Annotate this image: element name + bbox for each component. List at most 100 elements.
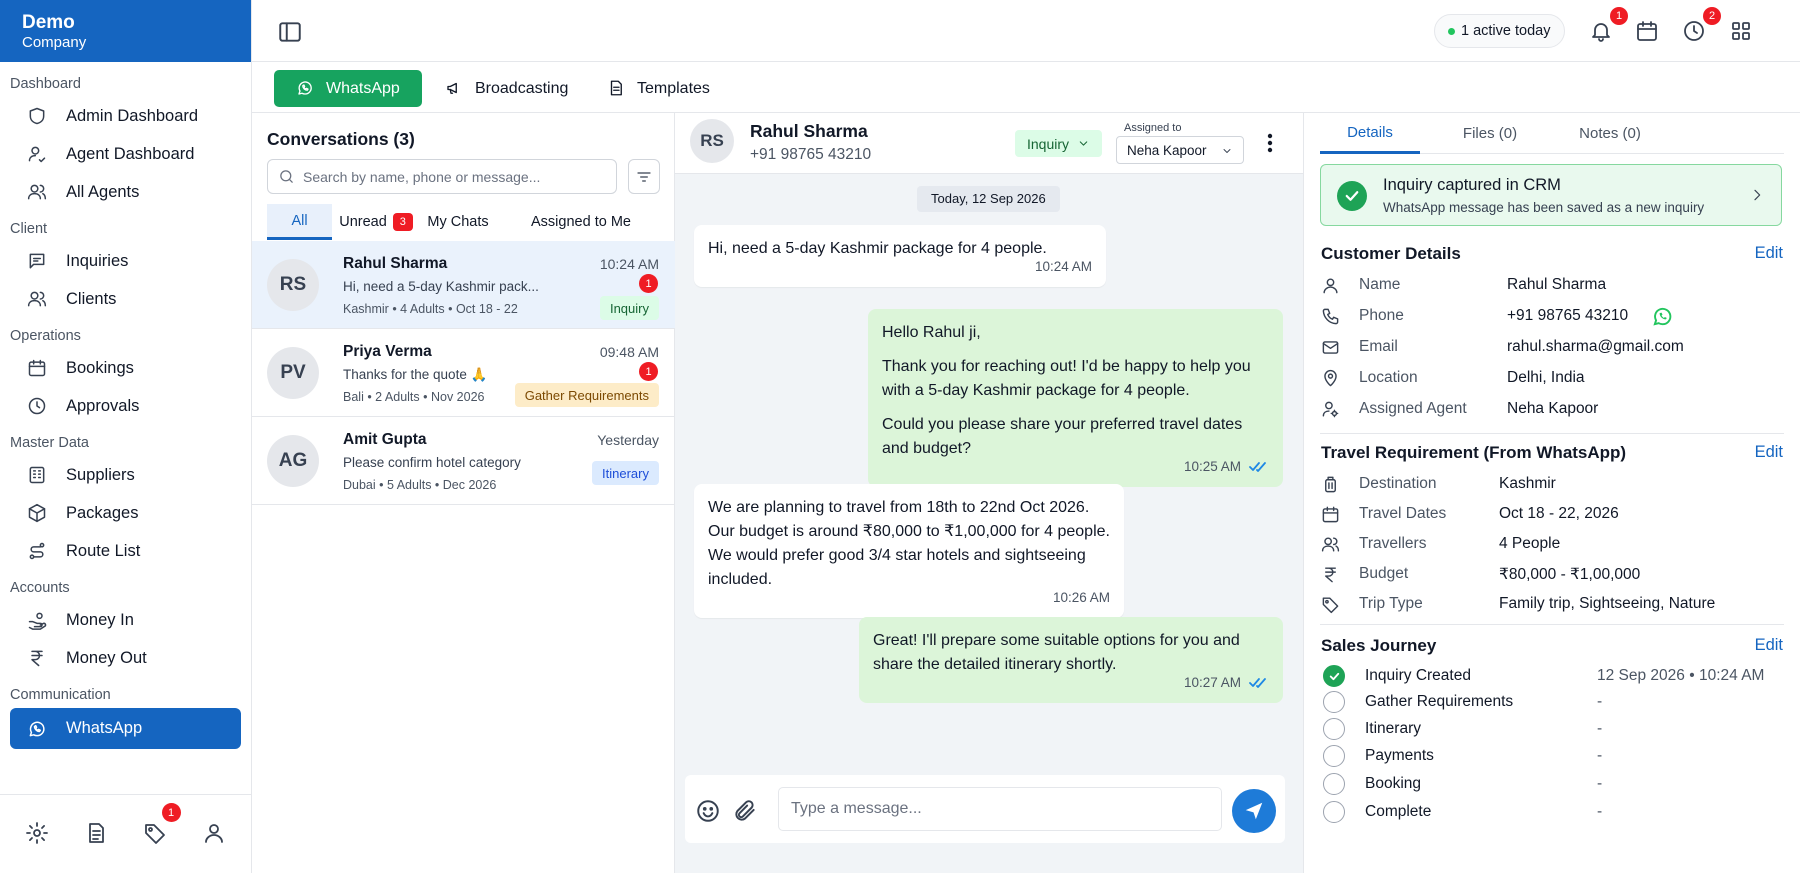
message-input[interactable] xyxy=(778,787,1222,831)
message-text: Could you please share your preferred tr… xyxy=(882,416,1243,457)
read-receipt-icon xyxy=(1249,461,1269,473)
sidebar-item-bookings[interactable]: Bookings xyxy=(10,349,241,387)
filter-unread[interactable]: Unread 3 xyxy=(339,204,413,240)
sidebar-item-money-out[interactable]: Money Out xyxy=(10,639,241,677)
emoji-icon[interactable] xyxy=(695,798,721,824)
crm-card-title: Inquiry captured in CRM xyxy=(1383,176,1561,194)
field-value: Oct 18 - 22, 2026 xyxy=(1499,505,1619,522)
filter-all[interactable]: All xyxy=(267,204,332,240)
tab-details[interactable]: Details xyxy=(1320,113,1420,154)
conversation-item[interactable]: AG Amit Gupta Yesterday Please confirm h… xyxy=(252,417,675,505)
conversation-item[interactable]: PV Priya Verma 09:48 AM Thanks for the q… xyxy=(252,329,675,417)
contact-name: Rahul Sharma xyxy=(343,255,448,272)
users-icon xyxy=(1321,535,1340,554)
travel-edit-button[interactable]: Edit xyxy=(1755,443,1783,462)
nav-group-accounts: Accounts xyxy=(10,580,70,596)
tag-icon[interactable]: 1 xyxy=(143,803,181,847)
map-pin-icon xyxy=(1321,369,1340,388)
tags-badge: 1 xyxy=(161,803,181,822)
apps-grid-icon[interactable] xyxy=(1729,19,1755,45)
filter-my-chats[interactable]: My Chats xyxy=(424,204,492,240)
attachment-icon[interactable] xyxy=(732,798,758,824)
unread-badge: 1 xyxy=(639,274,658,293)
stage-badge: Itinerary xyxy=(592,461,659,485)
tab-broadcasting[interactable]: Broadcasting xyxy=(445,70,568,107)
filter-assigned-to-me[interactable]: Assigned to Me xyxy=(502,204,660,240)
conversation-item[interactable]: RS Rahul Sharma 10:24 AM Hi, need a 5-da… xyxy=(252,241,675,329)
document-icon xyxy=(607,79,627,99)
tab-templates[interactable]: Templates xyxy=(607,70,710,107)
field-label: Phone xyxy=(1359,307,1404,324)
sidebar-nav: Dashboard Admin Dashboard Agent Dashboar… xyxy=(0,62,251,749)
message-time: 10:24 AM xyxy=(1034,259,1092,274)
whatsapp-icon[interactable] xyxy=(1651,305,1674,328)
field-label: Travellers xyxy=(1359,535,1427,552)
stage-badge: Gather Requirements xyxy=(514,383,659,407)
field-value: Kashmir xyxy=(1499,475,1556,492)
customer-field-assigned-agent: Assigned Agent Neha Kapoor xyxy=(1321,398,1781,422)
sidebar-item-label: WhatsApp xyxy=(66,719,143,737)
step-name: Itinerary xyxy=(1365,720,1421,737)
sales-journey-title: Sales Journey xyxy=(1321,636,1437,655)
journey-step: Booking - xyxy=(1323,772,1783,796)
sidebar-item-money-in[interactable]: Money In xyxy=(10,601,241,639)
journey-edit-button[interactable]: Edit xyxy=(1755,636,1783,655)
search-box xyxy=(267,159,617,194)
chat-contact-phone: +91 98765 43210 xyxy=(750,146,872,163)
journey-step: Payments - xyxy=(1323,744,1783,768)
sidebar-item-all-agents[interactable]: All Agents xyxy=(10,173,241,211)
status-dropdown[interactable]: Inquiry xyxy=(1015,130,1103,157)
tab-notes[interactable]: Notes (0) xyxy=(1555,113,1665,154)
route-icon xyxy=(26,540,48,562)
send-icon xyxy=(1243,800,1265,822)
assignee-select[interactable]: Neha Kapoor xyxy=(1116,136,1244,164)
settings-icon[interactable] xyxy=(25,821,51,847)
filter-button[interactable] xyxy=(628,159,660,194)
search-input[interactable] xyxy=(303,168,603,185)
sidebar-item-approvals[interactable]: Approvals xyxy=(10,387,241,425)
history-icon[interactable]: 2 xyxy=(1682,7,1721,45)
field-value: +91 98765 43210 xyxy=(1507,307,1629,324)
field-label: Assigned Agent xyxy=(1359,400,1467,417)
read-receipt-icon xyxy=(1249,677,1269,689)
sidebar-toggle-icon[interactable] xyxy=(277,19,303,45)
field-value: Family trip, Sightseeing, Nature xyxy=(1499,595,1716,612)
nav-group-client: Client xyxy=(10,221,48,237)
trip-meta: Kashmir • 4 Adults • Oct 18 - 22 xyxy=(343,302,518,316)
field-value: 4 People xyxy=(1499,535,1561,552)
bell-icon[interactable]: 1 xyxy=(1589,7,1628,45)
sidebar-item-agent-dashboard[interactable]: Agent Dashboard xyxy=(10,135,241,173)
message-time: 10:24 AM xyxy=(599,256,659,272)
calendar-icon xyxy=(1321,505,1340,524)
sidebar-item-suppliers[interactable]: Suppliers xyxy=(10,456,241,494)
unread-count-badge: 3 xyxy=(392,213,413,231)
message-preview: Hi, need a 5-day Kashmir pack... xyxy=(343,279,539,294)
crm-capture-card[interactable]: Inquiry captured in CRM WhatsApp message… xyxy=(1320,164,1782,226)
sidebar-item-whatsapp[interactable]: WhatsApp xyxy=(10,708,241,749)
journey-step: Itinerary - xyxy=(1323,717,1783,741)
sidebar-item-clients[interactable]: Clients xyxy=(10,280,241,318)
nav-group-dashboard: Dashboard xyxy=(10,76,81,92)
sidebar-item-inquiries[interactable]: Inquiries xyxy=(10,242,241,280)
more-options-icon[interactable] xyxy=(1260,131,1280,155)
user-icon xyxy=(26,143,48,165)
check-circle-icon xyxy=(1337,181,1367,211)
tab-files[interactable]: Files (0) xyxy=(1435,113,1545,154)
message-meta: 10:27 AM xyxy=(1184,671,1269,695)
sidebar-item-packages[interactable]: Packages xyxy=(10,494,241,532)
send-button[interactable] xyxy=(1232,789,1276,833)
step-date: - xyxy=(1597,720,1603,737)
customer-edit-button[interactable]: Edit xyxy=(1755,244,1783,263)
customer-details-title: Customer Details xyxy=(1321,244,1461,263)
date-separator: Today, 12 Sep 2026 xyxy=(917,186,1060,212)
profile-icon[interactable] xyxy=(202,821,228,847)
sidebar-item-route-list[interactable]: Route List xyxy=(10,532,241,570)
tab-whatsapp[interactable]: WhatsApp xyxy=(274,70,422,107)
field-value: Delhi, India xyxy=(1507,369,1585,386)
brand-logo[interactable]: Demo Company xyxy=(0,0,251,62)
details-panel: Details Files (0) Notes (0) Inquiry capt… xyxy=(1304,113,1800,873)
document-icon[interactable] xyxy=(84,821,110,847)
calendar-icon[interactable] xyxy=(1635,19,1661,45)
sidebar-item-admin-dashboard[interactable]: Admin Dashboard xyxy=(10,97,241,135)
step-date: - xyxy=(1597,803,1603,820)
